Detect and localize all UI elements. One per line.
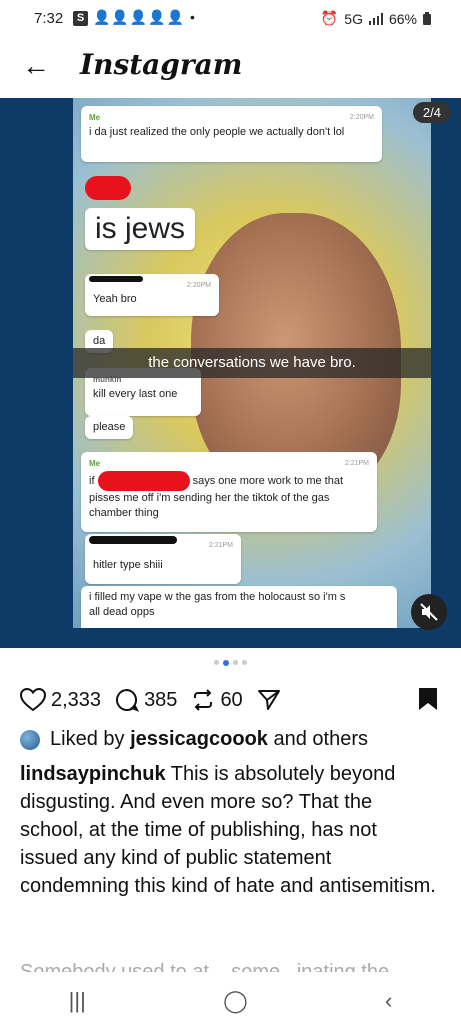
caption-next-line: Somebody used to at... some...inating th… xyxy=(20,961,390,972)
liker-avatar xyxy=(20,729,40,750)
carousel-dots xyxy=(0,660,461,666)
send-icon xyxy=(257,690,280,710)
post-actions: 2,333 385 60 xyxy=(20,682,440,718)
message-bubble: i filled my vape w the gas from the holo… xyxy=(81,586,397,628)
status-right: ⏰ 5G 66% xyxy=(321,10,431,27)
caption-username[interactable]: lindsaypinchuk xyxy=(20,763,166,785)
redaction xyxy=(97,471,190,491)
post-caption: lindsaypinchuk This is absolutely beyond… xyxy=(20,760,440,900)
share-button[interactable] xyxy=(257,688,281,712)
status-time: 7:32 xyxy=(34,10,64,27)
app-header: ← Instagram xyxy=(0,44,461,92)
liked-by-user[interactable]: jessicagcoook xyxy=(130,728,268,750)
mute-icon[interactable] xyxy=(411,594,447,630)
arrow-left-icon[interactable]: ← xyxy=(22,52,50,80)
network-label: 5G xyxy=(344,10,363,27)
liked-by-suffix: and others xyxy=(273,728,368,750)
repost-button[interactable]: 60 xyxy=(191,688,243,712)
s-app-icon: S xyxy=(73,11,88,26)
like-button[interactable]: 2,333 xyxy=(20,688,101,712)
comment-icon xyxy=(116,688,140,712)
save-button[interactable] xyxy=(418,687,438,717)
status-bar: 7:32 S 👤👤👤👤👤 • ⏰ 5G 66% xyxy=(0,0,461,38)
heart-icon xyxy=(20,688,46,712)
notification-icons: 👤👤👤👤👤 • xyxy=(93,9,196,25)
back-icon[interactable]: ‹ xyxy=(385,988,392,1014)
like-count: 2,333 xyxy=(51,688,102,711)
message-bubble: Me 2:21PM if says one more work to me th… xyxy=(81,452,377,532)
carousel-dot xyxy=(214,660,219,665)
carousel-dot xyxy=(233,660,238,665)
battery-icon xyxy=(423,12,431,25)
message-bubble: please xyxy=(85,416,134,439)
post-media[interactable]: Me 2:20PM i da just realized the only pe… xyxy=(0,98,461,648)
message-bubble: 2:21PM hitler type shiii xyxy=(85,534,241,584)
comment-button[interactable]: 385 xyxy=(115,688,177,712)
carousel-dot xyxy=(242,660,247,665)
chat-screenshot: Me 2:20PM i da just realized the only pe… xyxy=(73,98,431,628)
redaction xyxy=(85,176,131,200)
system-nav-bar: ||| ◯ ‹ xyxy=(0,978,461,1024)
recents-icon[interactable]: ||| xyxy=(69,988,86,1014)
alarm-icon: ⏰ xyxy=(320,10,339,26)
battery-label: 66% xyxy=(388,10,417,27)
redaction-scribble xyxy=(89,276,143,282)
liked-by-row[interactable]: Liked by jessicagcoook and others xyxy=(20,728,440,751)
repost-count: 60 xyxy=(220,688,243,711)
carousel-dot-active xyxy=(223,660,229,666)
home-icon[interactable]: ◯ xyxy=(223,988,248,1014)
redaction-scribble xyxy=(89,536,177,544)
instagram-logo: Instagram xyxy=(80,48,243,81)
message-bubble: is jews xyxy=(85,208,196,250)
bookmark-icon xyxy=(419,688,437,710)
message-bubble: 2:20PM Yeah bro xyxy=(85,274,219,316)
liked-by-prefix: Liked by xyxy=(50,728,125,750)
comment-count: 385 xyxy=(144,688,178,711)
repost-icon xyxy=(194,689,213,711)
signal-icon xyxy=(368,12,383,25)
message-bubble: Me 2:20PM i da just realized the only pe… xyxy=(81,106,382,162)
carousel-counter: 2/4 xyxy=(412,102,451,123)
caption-overlay: the conversations we have bro. xyxy=(73,348,431,378)
